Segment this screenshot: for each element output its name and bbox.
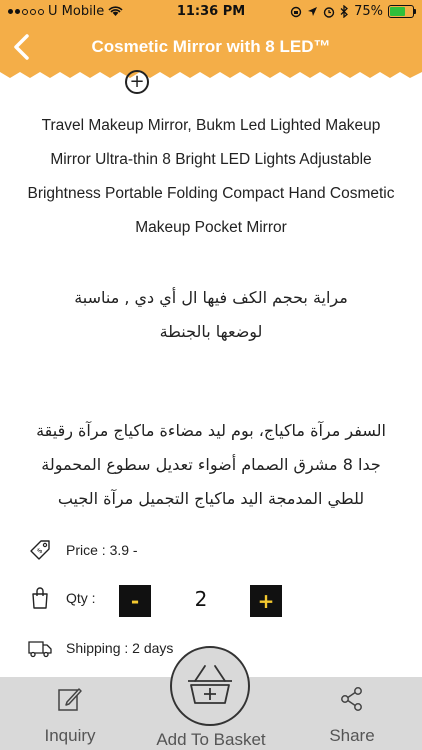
description-line: لوضعها بالجنطة [159,322,263,341]
shipping-label: Shipping : 2 days [66,640,174,656]
qty-decrease-button[interactable]: - [119,585,151,617]
share-button[interactable]: Share [282,677,422,750]
description-line: للطي المدمجة اليد ماكياج التجميل مرآة ال… [57,489,365,508]
price-label: Price : 3.9 - [66,542,138,558]
add-to-basket-label: Add To Basket [156,730,266,749]
location-arrow-icon [308,7,318,16]
product-description-arabic: السفر مرآة ماكياج، بوم ليد مضاءة ماكياج … [6,414,416,516]
add-circle-icon[interactable]: + [125,70,149,94]
quantity-row: Qty : [28,586,96,610]
shopping-bag-icon [32,587,48,609]
product-description-arabic-short: مراية بحجم الكف فيها ال أي دي , مناسبة ل… [6,281,416,349]
basket-add-icon [188,665,232,704]
qty-increase-button[interactable]: + [250,585,282,617]
status-bar: U Mobile 11:36 PM 75% [0,0,422,24]
description-line: Mirror Ultra-thin 8 Bright LED Lights Ad… [50,151,372,168]
product-description-english: Travel Makeup Mirror, Bukm Led Lighted M… [6,109,416,245]
nav-bar: Cosmetic Mirror with 8 LED™ [0,24,422,72]
edit-note-icon [58,688,82,711]
status-icons: 75% [290,4,416,19]
description-line: السفر مرآة ماكياج، بوم ليد مضاءة ماكياج … [36,421,386,440]
qty-label: Qty : [66,590,96,606]
battery-icon [388,5,416,18]
share-icon [341,687,362,711]
shipping-row: Shipping : 2 days [28,636,173,660]
inquiry-label: Inquiry [44,726,96,745]
price-row: $ Price : 3.9 - [28,538,138,562]
description-line: Travel Makeup Mirror, Bukm Led Lighted M… [41,117,381,134]
price-tag-icon: $ [30,540,50,560]
rotation-lock-icon [290,6,302,17]
share-label: Share [329,726,375,745]
page-title: Cosmetic Mirror with 8 LED™ [91,37,331,56]
battery-percent: 75% [354,4,383,19]
bluetooth-icon [340,5,349,18]
description-line: مراية بحجم الكف فيها ال أي دي , مناسبة [74,288,348,307]
svg-text:$: $ [35,546,44,555]
nav-zigzag-edge [0,72,422,78]
description-line: جدا 8 مشرق الصمام أضواء تعديل سطوع المحم… [41,455,381,474]
delivery-truck-icon [28,641,52,658]
description-line: Makeup Pocket Mirror [135,219,287,236]
add-to-basket-button[interactable] [170,646,250,726]
description-line: Brightness Portable Folding Compact Hand… [27,185,395,202]
battery-level-fill [390,7,405,16]
qty-value: 2 [194,587,208,611]
inquiry-button[interactable]: Inquiry [0,677,140,750]
alarm-icon [323,6,335,18]
